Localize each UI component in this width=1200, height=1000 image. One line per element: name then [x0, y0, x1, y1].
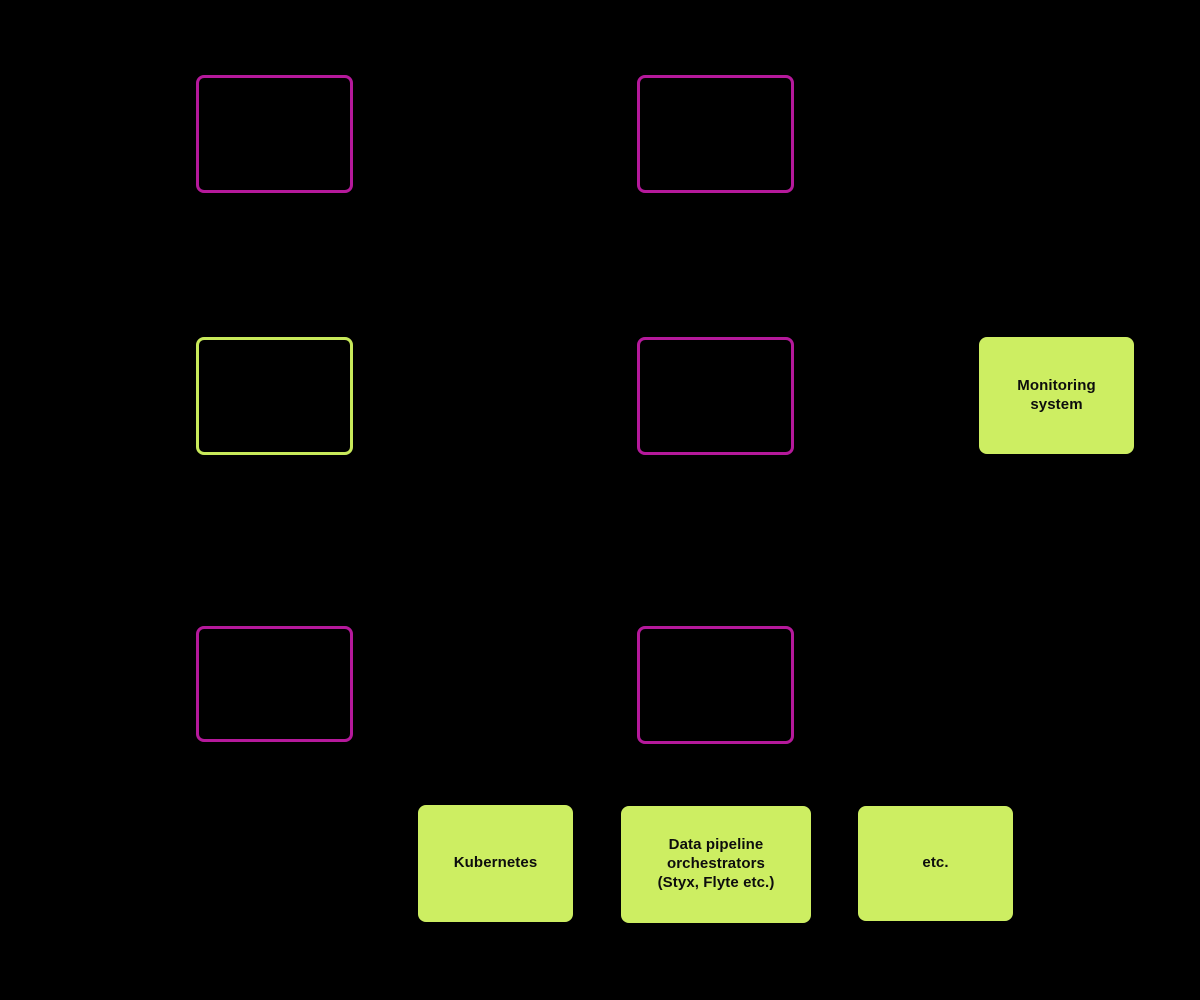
etc-box-label: etc. [922, 854, 949, 872]
outlined-box-row2-left[interactable] [196, 337, 353, 455]
outlined-box-row2-center[interactable] [637, 337, 794, 455]
outlined-box-row3-center-label [710, 683, 722, 687]
outlined-box-row3-left-label [269, 682, 281, 686]
outlined-box-row2-left-label [269, 394, 281, 398]
data-pipeline-orchestrators-box[interactable]: Data pipeline orchestrators (Styx, Flyte… [621, 806, 811, 923]
monitoring-system-box-label: Monitoring system [1017, 376, 1096, 413]
kubernetes-box[interactable]: Kubernetes [418, 805, 573, 922]
outlined-box-row1-left-label [269, 132, 281, 136]
outlined-box-row1-center[interactable] [637, 75, 794, 193]
outlined-box-row2-center-label [710, 394, 722, 398]
etc-box[interactable]: etc. [858, 806, 1013, 921]
outlined-box-row1-center-label [710, 132, 722, 136]
monitoring-system-box[interactable]: Monitoring system [979, 337, 1134, 454]
outlined-box-row3-left[interactable] [196, 626, 353, 742]
outlined-box-row1-left[interactable] [196, 75, 353, 193]
outlined-box-row3-center[interactable] [637, 626, 794, 744]
diagram-canvas: Monitoring system Kubernetes Data pipeline… [0, 0, 1200, 1000]
kubernetes-box-label: Kubernetes [453, 854, 538, 872]
data-pipeline-orchestrators-box-label: Data pipeline orchestrators (Styx, Flyte… [657, 836, 775, 891]
